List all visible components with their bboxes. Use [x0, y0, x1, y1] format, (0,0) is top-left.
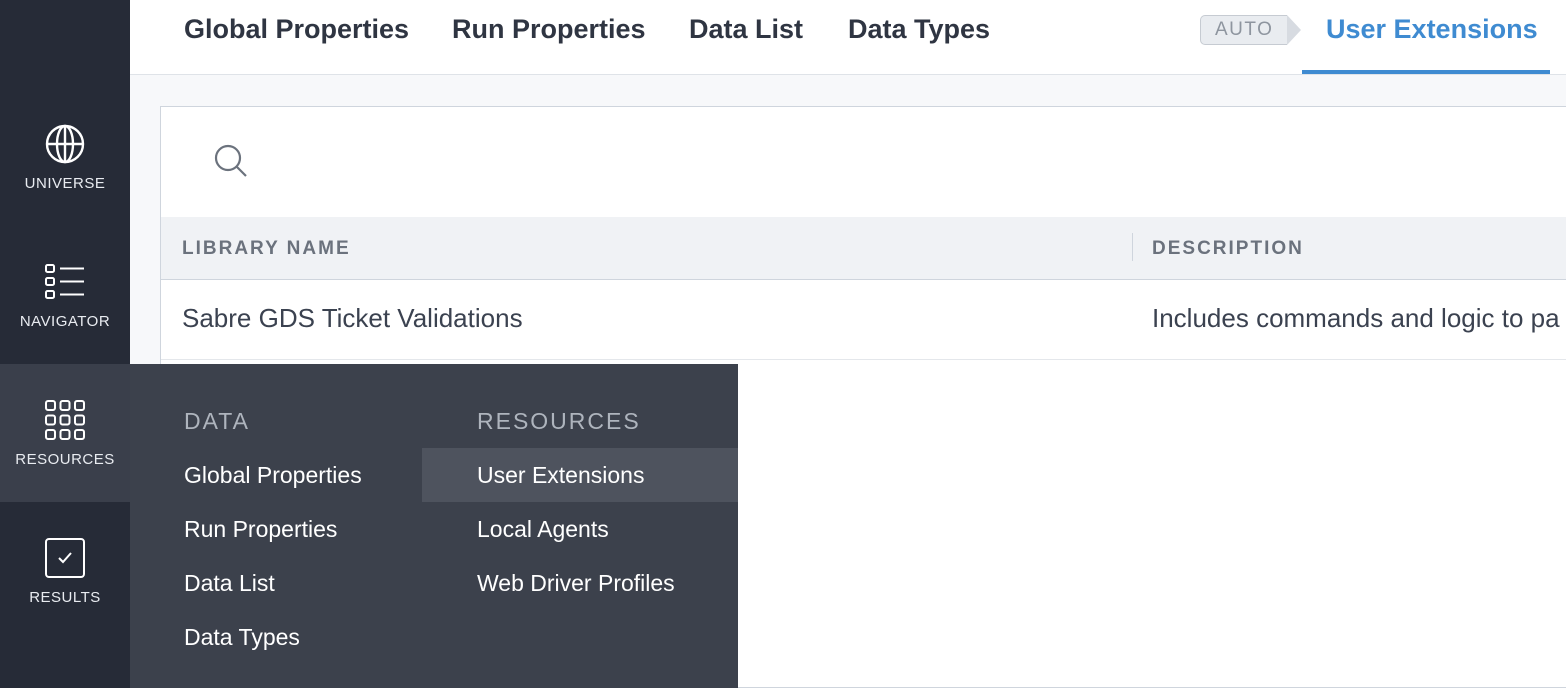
sidebar-item-label: UNIVERSE — [24, 174, 106, 192]
sidebar-nav: UNIVERSE NAVIGATOR RESOURCES RESULTS — [0, 0, 130, 688]
top-tab-bar: Global Properties Run Properties Data Li… — [130, 0, 1566, 75]
sidebar-item-navigator[interactable]: NAVIGATOR — [0, 226, 130, 364]
sidebar-item-universe[interactable]: UNIVERSE — [0, 88, 130, 226]
tab-data-list[interactable]: Data List — [689, 14, 803, 45]
checklist-icon — [44, 261, 86, 303]
sidebar-item-label: NAVIGATOR — [19, 312, 111, 330]
active-tab-indicator — [1302, 70, 1550, 74]
menu-item-global-properties[interactable]: Global Properties — [130, 448, 422, 502]
search-bar — [161, 107, 1566, 218]
sidebar-item-label: RESULTS — [29, 588, 101, 606]
tab-global-properties[interactable]: Global Properties — [184, 14, 409, 45]
menu-item-user-extensions[interactable]: User Extensions — [422, 448, 738, 502]
menu-item-data-list[interactable]: Data List — [130, 556, 422, 610]
grid-icon — [44, 399, 86, 441]
tab-data-types[interactable]: Data Types — [848, 14, 990, 45]
tab-user-extensions[interactable]: User Extensions — [1326, 14, 1538, 45]
checkbox-icon — [44, 537, 86, 579]
search-icon[interactable] — [213, 143, 249, 179]
menu-item-web-driver-profiles[interactable]: Web Driver Profiles — [422, 556, 738, 610]
sidebar-item-results[interactable]: RESULTS — [0, 502, 130, 640]
column-header-library-name[interactable]: LIBRARY NAME — [182, 238, 351, 260]
tab-run-properties[interactable]: Run Properties — [452, 14, 646, 45]
menu-item-local-agents[interactable]: Local Agents — [422, 502, 738, 556]
auto-badge-label: AUTO — [1200, 15, 1288, 45]
auto-badge: AUTO — [1200, 15, 1302, 45]
menu-item-data-types[interactable]: Data Types — [130, 610, 422, 664]
column-header-description[interactable]: DESCRIPTION — [1152, 238, 1304, 260]
sidebar-item-resources[interactable]: RESOURCES — [0, 364, 130, 502]
menu-heading-data: DATA — [184, 408, 250, 434]
column-divider[interactable] — [1132, 233, 1133, 261]
cell-library-name: Sabre GDS Ticket Validations — [182, 303, 523, 333]
sidebar-item-label: RESOURCES — [15, 450, 115, 468]
menu-item-run-properties[interactable]: Run Properties — [130, 502, 422, 556]
table-header: LIBRARY NAME DESCRIPTION — [161, 217, 1566, 280]
auto-badge-arrow-icon — [1287, 15, 1302, 45]
menu-heading-resources: RESOURCES — [477, 408, 641, 434]
globe-icon — [44, 123, 86, 165]
resources-menu: DATA Global Properties Run Properties Da… — [130, 364, 738, 688]
search-input[interactable] — [261, 137, 1465, 187]
cell-description: Includes commands and logic to pa — [1152, 303, 1560, 333]
table-row[interactable]: Sabre GDS Ticket Validations Includes co… — [161, 279, 1566, 360]
